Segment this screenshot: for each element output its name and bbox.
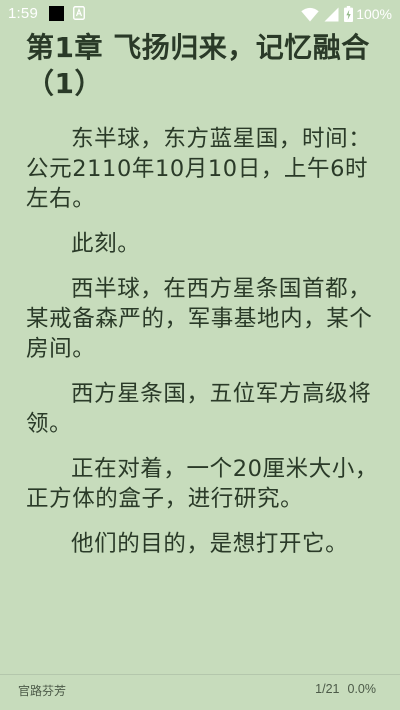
a-notification-icon <box>73 6 85 20</box>
battery-charging-icon <box>344 6 354 22</box>
footer-book-name: 官路芬芳 <box>18 684 67 698</box>
status-icons: 100% <box>301 5 392 23</box>
wifi-icon <box>301 7 319 22</box>
status-time: 1:59 <box>8 5 38 22</box>
paragraph: 西方星条国，五位军方高级将领。 <box>26 381 372 437</box>
progress-percent: 0.0% <box>347 682 377 696</box>
paragraph: 此刻。 <box>71 231 141 257</box>
page-indicator: 1/21 <box>315 682 340 696</box>
reader-screen[interactable]: 1:59 100% 第1章 飞扬归来，记忆融合（1） 东半球，东方蓝星国，时间：… <box>0 0 400 710</box>
chapter-title: 第1章 飞扬归来，记忆融合（1） <box>26 31 370 100</box>
notification-black-square-icon <box>49 6 64 21</box>
paragraph: 正在对着，一个20厘米大小，正方体的盒子，进行研究。 <box>26 456 379 512</box>
paragraph: 西半球，在西方星条国首都，某戒备森严的，军事基地内，某个房间。 <box>26 276 373 362</box>
reading-content: 第1章 飞扬归来，记忆融合（1） 东半球，东方蓝星国，时间：公元2110年10月… <box>26 30 386 559</box>
battery-percent: 100% <box>356 6 392 22</box>
paragraph: 他们的目的，是想打开它。 <box>71 531 349 557</box>
footer-progress: 1/21 0.0% <box>315 682 376 696</box>
footer-divider <box>0 674 400 675</box>
status-bar: 1:59 100% <box>0 0 400 28</box>
cell-signal-icon <box>324 7 339 22</box>
paragraph: 东半球，东方蓝星国，时间：公元2110年10月10日，上午6时左右。 <box>26 126 372 212</box>
